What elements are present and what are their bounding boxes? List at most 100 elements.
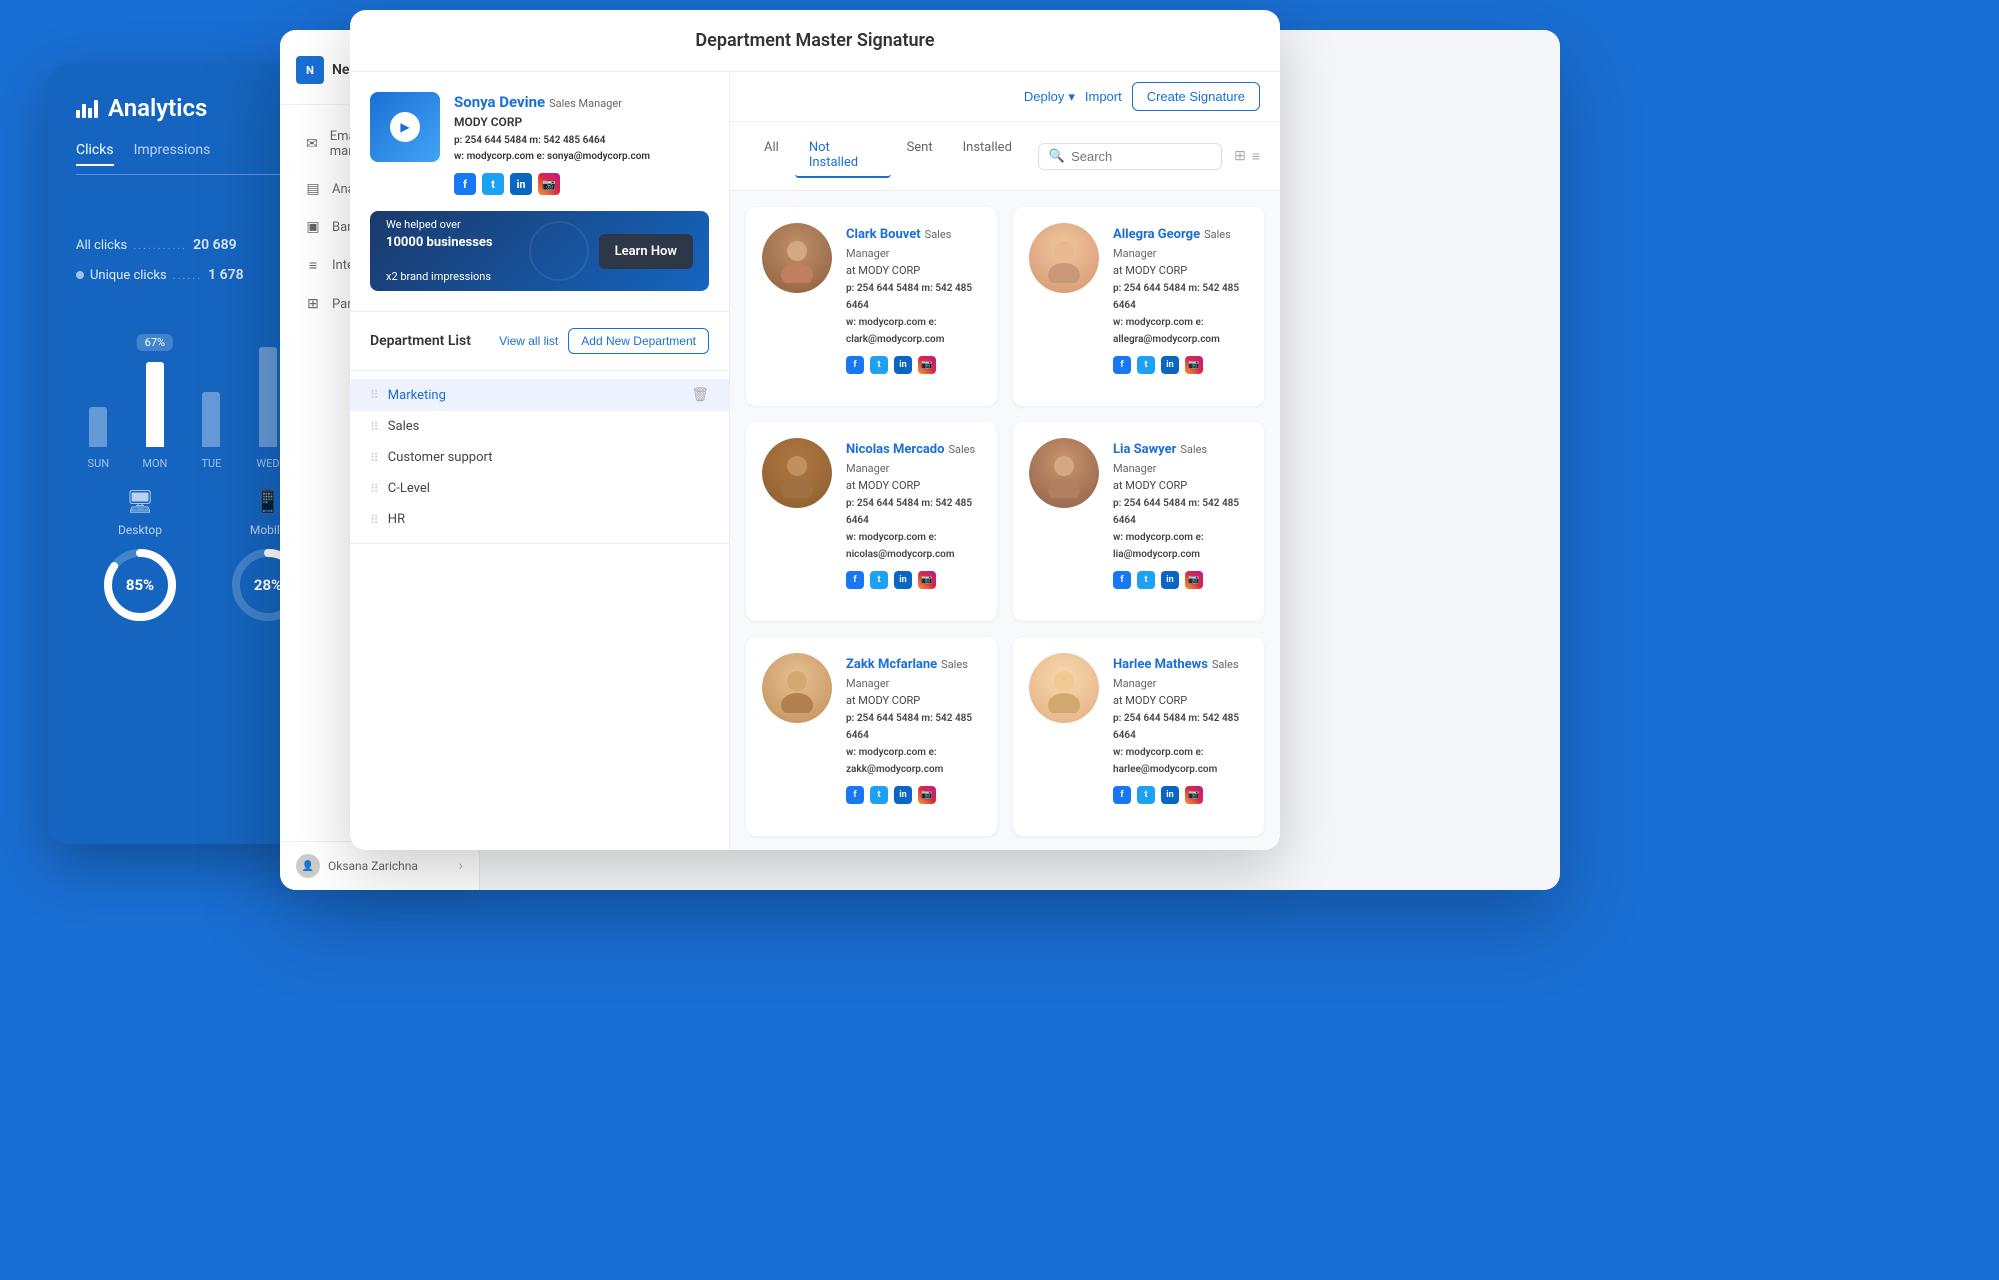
banner-cta: Learn How xyxy=(599,234,693,269)
drag-icon: ⠿ xyxy=(370,388,378,402)
search-input[interactable] xyxy=(1071,149,1211,164)
integrations-icon: ≡ xyxy=(304,257,322,274)
partners-icon: ⊞ xyxy=(304,296,322,312)
sidebar-user: Oksana Zarichna xyxy=(328,859,418,873)
dept-item-customer-support[interactable]: ⠿ Customer support xyxy=(350,442,729,473)
employee-card: Allegra George Sales Manager at MODY COR… xyxy=(1013,207,1264,406)
filter-tab-sent[interactable]: Sent xyxy=(893,134,947,178)
drag-icon: ⠿ xyxy=(370,451,378,465)
all-clicks-value: 20 689 xyxy=(193,237,236,253)
delete-icon[interactable]: 🗑 xyxy=(691,387,709,403)
filter-tab-installed[interactable]: Installed xyxy=(949,134,1026,178)
avatar-placeholder xyxy=(1029,223,1099,293)
search-box: 🔍 xyxy=(1038,143,1222,170)
tw-icon: t xyxy=(870,786,888,804)
chevron-down-icon: ▾ xyxy=(1068,89,1075,105)
ig-icon: 📷 xyxy=(1185,571,1203,589)
mobile-icon: 📱 xyxy=(254,490,281,515)
all-clicks-label: All clicks xyxy=(76,238,127,253)
emp-info: Clark Bouvet Sales Manager at MODY CORP … xyxy=(846,223,981,390)
emp-avatar xyxy=(1029,438,1099,508)
emp-company: at MODY CORP xyxy=(846,694,981,707)
emp-info: Nicolas Mercado Sales Manager at MODY CO… xyxy=(846,438,981,605)
tw-icon: t xyxy=(870,571,888,589)
emp-details: p: 254 644 5484 m: 542 485 6464 w: modyc… xyxy=(1113,280,1248,348)
deploy-bar: Deploy ▾ Import Create Signature xyxy=(730,72,1280,122)
banner-decoration xyxy=(529,221,589,281)
fb-icon: f xyxy=(846,356,864,374)
dept-name: C-Level xyxy=(388,481,430,496)
sig-person: ▶ Sonya Devine Sales Manager MODY CORP p… xyxy=(370,92,709,195)
filter-tab-all[interactable]: All xyxy=(750,134,793,178)
avatar-placeholder xyxy=(762,438,832,508)
analytics-icon: ▤ xyxy=(304,181,322,197)
fb-icon: f xyxy=(1113,786,1131,804)
modal-left: ▶ Sonya Devine Sales Manager MODY CORP p… xyxy=(350,72,730,850)
modal-title: Department Master Signature xyxy=(695,30,934,51)
emp-company: at MODY CORP xyxy=(1113,479,1248,492)
emp-info: Allegra George Sales Manager at MODY COR… xyxy=(1113,223,1248,390)
email-icon: ✉ xyxy=(304,136,320,152)
list-view-icon[interactable]: ≡ xyxy=(1252,148,1260,165)
emp-social: f t in 📷 xyxy=(846,571,981,589)
emp-name: Zakk Mcfarlane xyxy=(846,657,937,672)
ig-icon: 📷 xyxy=(918,356,936,374)
import-button[interactable]: Import xyxy=(1085,89,1122,104)
twitter-icon: t xyxy=(482,173,504,195)
li-icon: in xyxy=(894,356,912,374)
dept-name: Marketing xyxy=(388,388,446,403)
modal-header: Department Master Signature xyxy=(350,10,1280,72)
bar-tooltip: 67% xyxy=(137,334,173,351)
deploy-button[interactable]: Deploy ▾ xyxy=(1024,89,1075,105)
tab-impressions[interactable]: Impressions xyxy=(134,142,211,166)
emp-social: f t in 📷 xyxy=(1113,571,1248,589)
facebook-icon: f xyxy=(454,173,476,195)
employee-card: Zakk Mcfarlane Sales Manager at MODY COR… xyxy=(746,637,997,836)
avatar-placeholder xyxy=(762,653,832,723)
modal-right: Deploy ▾ Import Create Signature All Not… xyxy=(730,72,1280,850)
emp-name: Allegra George xyxy=(1113,227,1200,242)
add-department-button[interactable]: Add New Department xyxy=(568,328,709,354)
emp-details: p: 254 644 5484 m: 542 485 6464 w: modyc… xyxy=(846,495,981,563)
emp-social: f t in 📷 xyxy=(1113,786,1248,804)
dept-item-sales[interactable]: ⠿ Sales xyxy=(350,411,729,442)
ig-icon: 📷 xyxy=(1185,786,1203,804)
filter-bar: All Not Installed Sent Installed 🔍 ⊞ ≡ xyxy=(730,122,1280,191)
employee-card: Harlee Mathews Sales Manager at MODY COR… xyxy=(1013,637,1264,836)
bar-sun: SUN xyxy=(76,407,121,470)
fb-icon: f xyxy=(1113,356,1131,374)
tab-clicks[interactable]: Clicks xyxy=(76,142,114,166)
desktop-percent: 85% xyxy=(126,576,154,594)
unique-clicks-value: 1 678 xyxy=(208,267,243,283)
grid-view-icon[interactable]: ⊞ xyxy=(1234,148,1246,165)
emp-details: p: 254 644 5484 m: 542 485 6464 w: modyc… xyxy=(846,710,981,778)
drag-icon: ⠿ xyxy=(370,482,378,496)
search-icon: 🔍 xyxy=(1049,149,1065,164)
emp-company: at MODY CORP xyxy=(1113,264,1248,277)
unique-clicks-stat: Unique clicks ...... 1 678 xyxy=(76,267,244,283)
emp-info: Zakk Mcfarlane Sales Manager at MODY COR… xyxy=(846,653,981,820)
fb-icon: f xyxy=(846,786,864,804)
dept-item-marketing[interactable]: ⠿ Marketing 🗑 xyxy=(350,379,729,411)
dept-name: Sales xyxy=(388,419,420,434)
view-toggle: ⊞ ≡ xyxy=(1234,148,1260,165)
dept-item-hr[interactable]: ⠿ HR xyxy=(350,504,729,535)
sig-company: MODY CORP xyxy=(454,115,709,129)
banner-preview: We helped over 10000 businesses x2 brand… xyxy=(370,211,709,291)
emp-info: Harlee Mathews Sales Manager at MODY COR… xyxy=(1113,653,1248,820)
create-signature-button[interactable]: Create Signature xyxy=(1132,82,1260,111)
employee-card: Lia Sawyer Sales Manager at MODY CORP p:… xyxy=(1013,422,1264,621)
banner-icon: ▣ xyxy=(304,219,322,235)
all-clicks-stat: All clicks ........... 20 689 xyxy=(76,237,244,253)
bar-tue: TUE xyxy=(189,392,234,470)
emp-name: Nicolas Mercado xyxy=(846,442,944,457)
mobile-percent: 28% xyxy=(254,576,282,594)
fb-icon: f xyxy=(1113,571,1131,589)
filter-tab-not-installed[interactable]: Not Installed xyxy=(795,134,891,178)
emp-avatar xyxy=(1029,223,1099,293)
view-all-button[interactable]: View all list xyxy=(499,328,558,354)
bar-mon: 67% MON xyxy=(133,362,178,470)
user-avatar: 👤 xyxy=(296,854,320,878)
dept-item-clevel[interactable]: ⠿ C-Level xyxy=(350,473,729,504)
li-icon: in xyxy=(1161,356,1179,374)
